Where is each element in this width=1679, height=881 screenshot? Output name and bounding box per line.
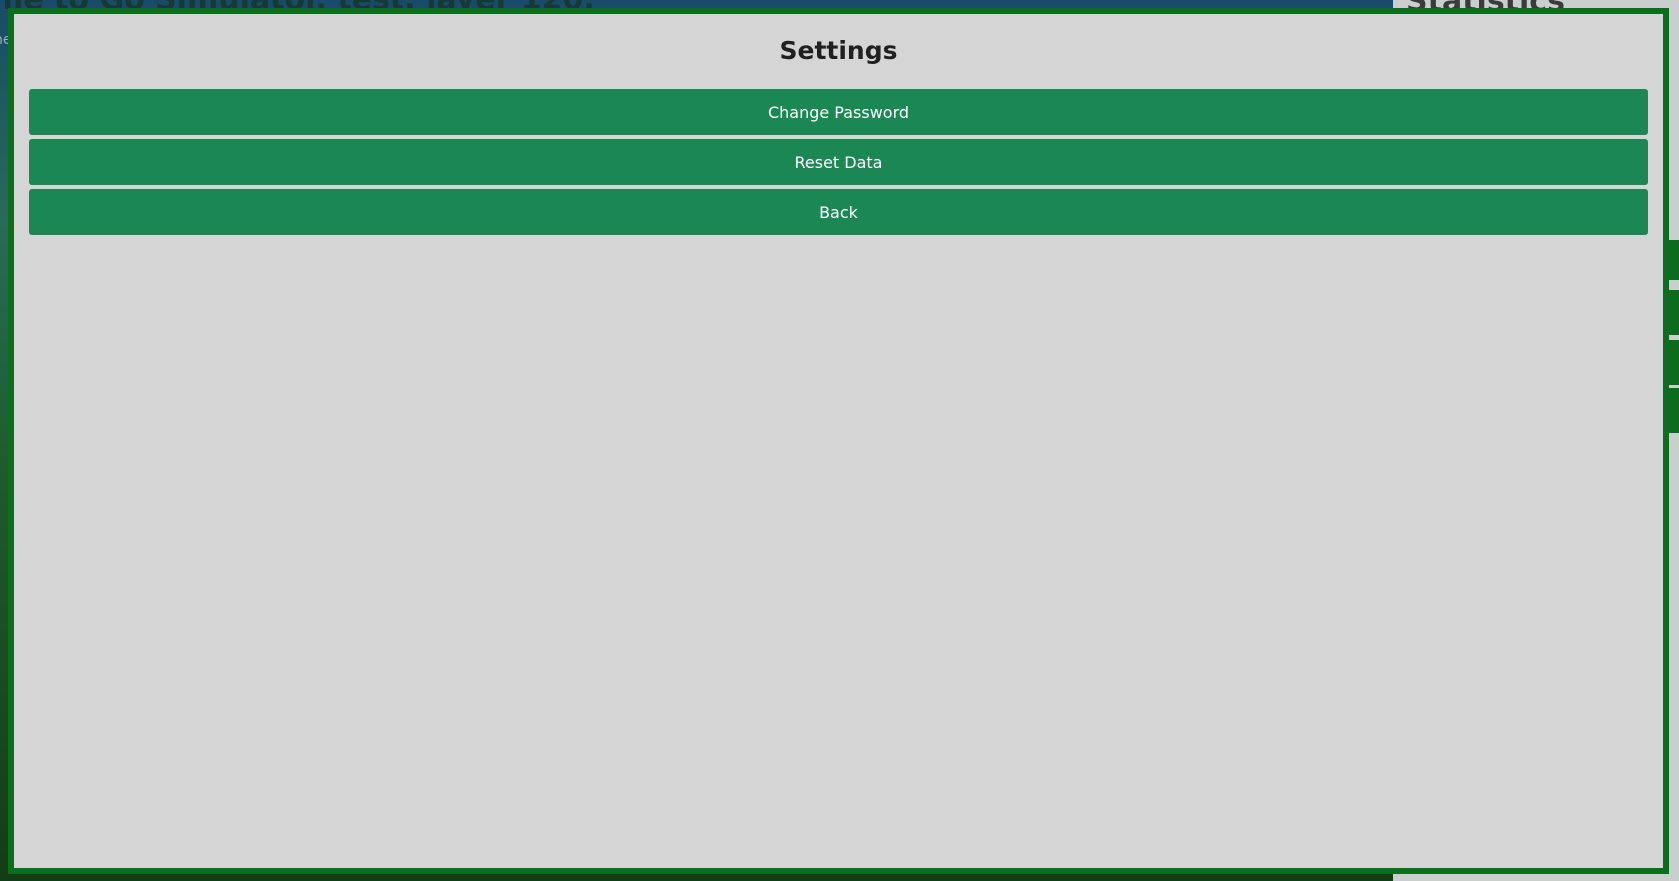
back-button[interactable]: Back: [29, 189, 1648, 235]
settings-modal: Settings Change Password Reset Data Back: [8, 8, 1669, 874]
reset-data-button[interactable]: Reset Data: [29, 139, 1648, 185]
modal-title: Settings: [779, 36, 898, 65]
change-password-button[interactable]: Change Password: [29, 89, 1648, 135]
settings-button-list: Change Password Reset Data Back: [29, 89, 1648, 239]
